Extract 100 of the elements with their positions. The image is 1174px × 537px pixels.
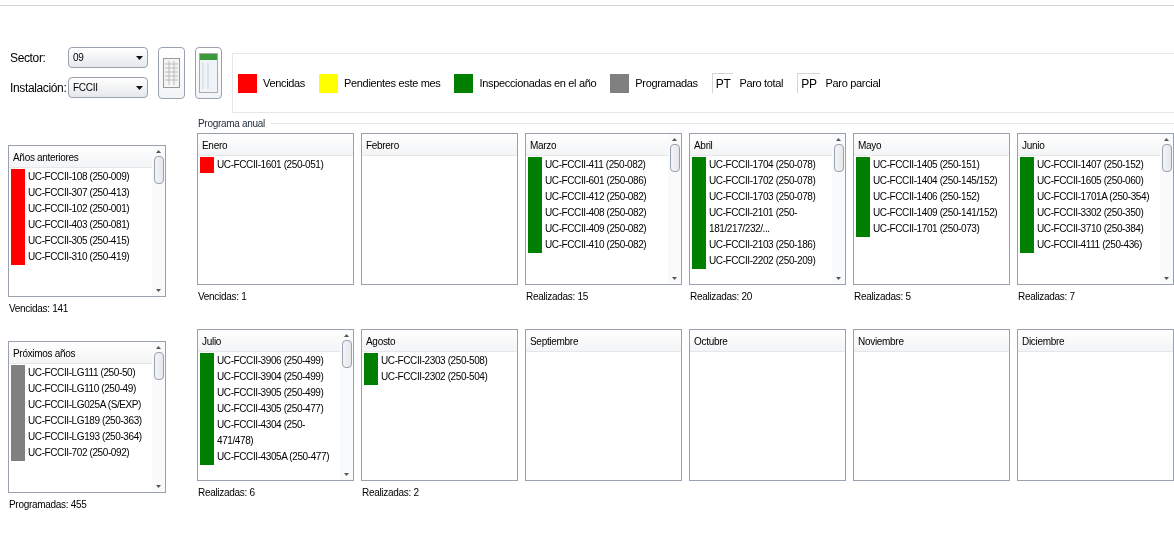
- dropdown[interactable]: FCCII: [68, 77, 148, 98]
- list-header: Enero: [202, 139, 228, 153]
- list-item[interactable]: UC-FCCII-409 (250-082): [545, 221, 647, 237]
- list-item[interactable]: UC-FCCII-2202 (250-209): [709, 253, 816, 269]
- list-header: Septiembre: [530, 335, 579, 349]
- list-item[interactable]: UC-FCCII-102 (250-001): [28, 201, 130, 217]
- legend-label: Inspeccionadas en el año: [479, 75, 597, 91]
- list-header: Próximos años: [13, 347, 76, 361]
- list-header: Febrero: [366, 139, 399, 153]
- list-item[interactable]: UC-FCCII-1409 (250-141/152): [873, 205, 998, 221]
- list-item[interactable]: UC-FCCII-1601 (250-051): [217, 157, 324, 173]
- scroll-down-icon[interactable]: [1164, 277, 1169, 280]
- list-item[interactable]: UC-FCCII-307 (250-413): [28, 185, 130, 201]
- list-item[interactable]: UC-FCCII-LG110 (250-49): [28, 381, 136, 397]
- list-footer: Realizadas: 6: [198, 485, 354, 500]
- list-item[interactable]: UC-FCCII-2302 (250-504): [381, 369, 488, 385]
- list-item[interactable]: UC-FCCII-4304 (250-471/478): [217, 417, 340, 449]
- scroll-thumb[interactable]: [833, 144, 844, 172]
- export-sheet-button[interactable]: [195, 47, 222, 99]
- scroll-up-icon[interactable]: [344, 334, 349, 337]
- legend-label: Pendientes este mes: [344, 75, 441, 91]
- list-item[interactable]: UC-FCCII-1404 (250-145/152): [873, 173, 998, 189]
- list-footer: Realizadas: 7: [1018, 289, 1174, 304]
- list-item[interactable]: UC-FCCII-1702 (250-078): [709, 173, 816, 189]
- scroll-down-icon[interactable]: [156, 289, 161, 292]
- list-item[interactable]: UC-FCCII-LG189 (250-363): [28, 413, 142, 429]
- legend-label: Programadas: [635, 75, 698, 91]
- field-label: Instalación:: [10, 79, 68, 97]
- scrollbar[interactable]: [832, 134, 845, 284]
- list-item[interactable]: UC-FCCII-3302 (250-350): [1037, 205, 1144, 221]
- list-item[interactable]: UC-FCCII-LG025A (S/EXP): [28, 397, 142, 413]
- list-item[interactable]: UC-FCCII-1605 (250-060): [1037, 173, 1144, 189]
- list-footer: Vencidas: 1: [198, 289, 354, 304]
- list-item[interactable]: UC-FCCII-1406 (250-152): [873, 189, 980, 205]
- list-item[interactable]: UC-FCCII-1703 (250-078): [709, 189, 816, 205]
- list-item[interactable]: UC-FCCII-4305 (250-477): [217, 401, 324, 417]
- list-item[interactable]: UC-FCCII-1701 (250-073): [873, 221, 980, 237]
- list-header: Abril: [694, 139, 713, 153]
- list-item[interactable]: UC-FCCII-2101 (250-181/217/232/...: [709, 205, 832, 237]
- scroll-down-icon[interactable]: [344, 473, 349, 476]
- scroll-up-icon[interactable]: [1164, 138, 1169, 141]
- list-header: Octubre: [694, 335, 728, 349]
- list-item[interactable]: UC-FCCII-LG111 (250-50): [28, 365, 136, 381]
- list-footer: Vencidas: 141: [9, 301, 166, 316]
- list-item[interactable]: UC-FCCII-108 (250-009): [28, 169, 130, 185]
- list-item[interactable]: UC-FCCII-3906 (250-499): [217, 353, 324, 369]
- list-header: Junio: [1022, 139, 1045, 153]
- list-item[interactable]: UC-FCCII-403 (250-081): [28, 217, 130, 233]
- scroll-thumb[interactable]: [153, 352, 164, 380]
- list-header: Agosto: [366, 335, 396, 349]
- list-item[interactable]: UC-FCCII-3710 (250-384): [1037, 221, 1144, 237]
- list-item[interactable]: UC-FCCII-3905 (250-499): [217, 385, 324, 401]
- field-label: Sector:: [10, 49, 47, 67]
- scrollbar[interactable]: [668, 134, 681, 284]
- list-item[interactable]: UC-FCCII-310 (250-419): [28, 249, 130, 265]
- scroll-up-icon[interactable]: [156, 346, 161, 349]
- list-item[interactable]: UC-FCCII-3904 (250-499): [217, 369, 324, 385]
- calendar-grid-button[interactable]: [158, 47, 185, 99]
- scroll-down-icon[interactable]: [672, 277, 677, 280]
- legend-code: PP: [797, 73, 820, 93]
- scroll-thumb[interactable]: [153, 156, 164, 184]
- scroll-down-icon[interactable]: [156, 485, 161, 488]
- list-item[interactable]: UC-FCCII-1407 (250-152): [1037, 157, 1144, 173]
- dropdown-caret-icon: [136, 85, 143, 90]
- list-item[interactable]: UC-FCCII-305 (250-415): [28, 233, 130, 249]
- grid-sheet-icon: [163, 58, 180, 88]
- dropdown[interactable]: 09: [68, 47, 148, 68]
- scroll-thumb[interactable]: [341, 340, 352, 368]
- scrollbar[interactable]: [340, 330, 353, 480]
- list-item[interactable]: UC-FCCII-1701A (250-354): [1037, 189, 1150, 205]
- sheet-icon: [199, 53, 218, 93]
- list-item[interactable]: UC-FCCII-410 (250-082): [545, 237, 647, 253]
- list-item[interactable]: UC-FCCII-412 (250-082): [545, 189, 647, 205]
- list-footer: Realizadas: 20: [690, 289, 846, 304]
- scroll-up-icon[interactable]: [672, 138, 677, 141]
- scrollbar[interactable]: [152, 342, 165, 492]
- list-item[interactable]: UC-FCCII-702 (250-092): [28, 445, 130, 461]
- scroll-up-icon[interactable]: [156, 150, 161, 153]
- scroll-down-icon[interactable]: [836, 277, 841, 280]
- list-item[interactable]: UC-FCCII-1405 (250-151): [873, 157, 980, 173]
- scrollbar[interactable]: [1160, 134, 1173, 284]
- list-header: Julio: [202, 335, 222, 349]
- scroll-thumb[interactable]: [1161, 144, 1172, 172]
- scrollbar[interactable]: [152, 146, 165, 296]
- list-item[interactable]: UC-FCCII-2103 (250-186): [709, 237, 816, 253]
- list-footer: Realizadas: 2: [362, 485, 518, 500]
- list-header: Marzo: [530, 139, 557, 153]
- list-item[interactable]: UC-FCCII-1704 (250-078): [709, 157, 816, 173]
- list-item[interactable]: UC-FCCII-4305A (250-477): [217, 449, 330, 465]
- list-footer: Realizadas: 15: [526, 289, 682, 304]
- list-item[interactable]: UC-FCCII-408 (250-082): [545, 205, 647, 221]
- dropdown-caret-icon: [136, 55, 143, 60]
- scroll-up-icon[interactable]: [836, 138, 841, 141]
- list-item[interactable]: UC-FCCII-LG193 (250-364): [28, 429, 142, 445]
- list-item[interactable]: UC-FCCII-601 (250-086): [545, 173, 647, 189]
- scroll-thumb[interactable]: [669, 144, 680, 172]
- list-item[interactable]: UC-FCCII-2303 (250-508): [381, 353, 488, 369]
- list-header: Diciembre: [1022, 335, 1065, 349]
- list-item[interactable]: UC-FCCII-411 (250-082): [545, 157, 646, 173]
- list-item[interactable]: UC-FCCII-4111 (250-436): [1037, 237, 1142, 253]
